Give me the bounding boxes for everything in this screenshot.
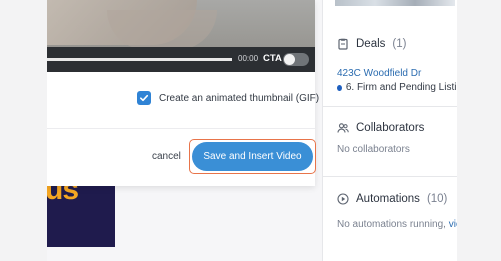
- gif-option-row[interactable]: Create an animated thumbnail (GIF): [137, 91, 319, 105]
- deal-icon: [337, 38, 349, 50]
- automations-status: No automations running, vie: [337, 219, 457, 230]
- collaborators-empty: No collaborators: [337, 144, 410, 155]
- deals-header[interactable]: Deals (1): [337, 38, 457, 50]
- save-and-insert-video-button[interactable]: Save and Insert Video: [192, 142, 313, 171]
- people-icon: [337, 122, 349, 134]
- automations-section: Automations (10) No automations running,…: [337, 193, 457, 230]
- cta-toggle-knob: [284, 54, 295, 65]
- automations-count: (10): [426, 193, 448, 205]
- automations-header[interactable]: Automations (10): [337, 193, 457, 205]
- checkmark-icon: [140, 94, 149, 102]
- media-thumbnail-strip: [335, 0, 455, 6]
- app-stage: Deals (1) 423C Woodfield Dr 6. Firm and …: [47, 0, 457, 261]
- deal-item[interactable]: 423C Woodfield Dr 6. Firm and Pending Li…: [337, 68, 457, 93]
- video-time: 00:00: [238, 54, 259, 63]
- deals-section: Deals (1): [337, 38, 457, 50]
- video-player[interactable]: 00:00 CTA: [47, 0, 315, 72]
- contact-side-panel: Deals (1) 423C Woodfield Dr 6. Firm and …: [322, 0, 457, 261]
- automations-view-link[interactable]: vie: [449, 219, 457, 230]
- cancel-button[interactable]: cancel: [152, 151, 181, 162]
- deals-title: Deals: [356, 38, 386, 50]
- deals-count: (1): [392, 38, 407, 50]
- deal-stage: 6. Firm and Pending Listin: [337, 82, 457, 93]
- play-circle-icon: [337, 193, 349, 205]
- panel-divider: [323, 176, 457, 177]
- cta-toggle[interactable]: [283, 53, 309, 66]
- video-progress-fill: [47, 58, 232, 61]
- automations-title: Automations: [356, 193, 420, 205]
- collaborators-section: Collaborators No collaborators: [337, 122, 457, 155]
- automations-status-text: No automations running,: [337, 219, 446, 230]
- gif-option-label: Create an animated thumbnail (GIF): [159, 92, 320, 104]
- panel-divider: [323, 106, 457, 107]
- collaborators-title: Collaborators: [356, 122, 425, 134]
- video-controls: 00:00 CTA: [47, 47, 315, 72]
- gif-checkbox[interactable]: [137, 91, 151, 105]
- collaborators-header[interactable]: Collaborators: [337, 122, 457, 134]
- video-progress-bar[interactable]: [47, 58, 232, 61]
- stage-dot-icon: [337, 84, 342, 91]
- cta-label: CTA: [263, 53, 282, 64]
- deal-address-link[interactable]: 423C Woodfield Dr: [337, 68, 457, 79]
- deal-stage-label: 6. Firm and Pending Listin: [345, 82, 457, 93]
